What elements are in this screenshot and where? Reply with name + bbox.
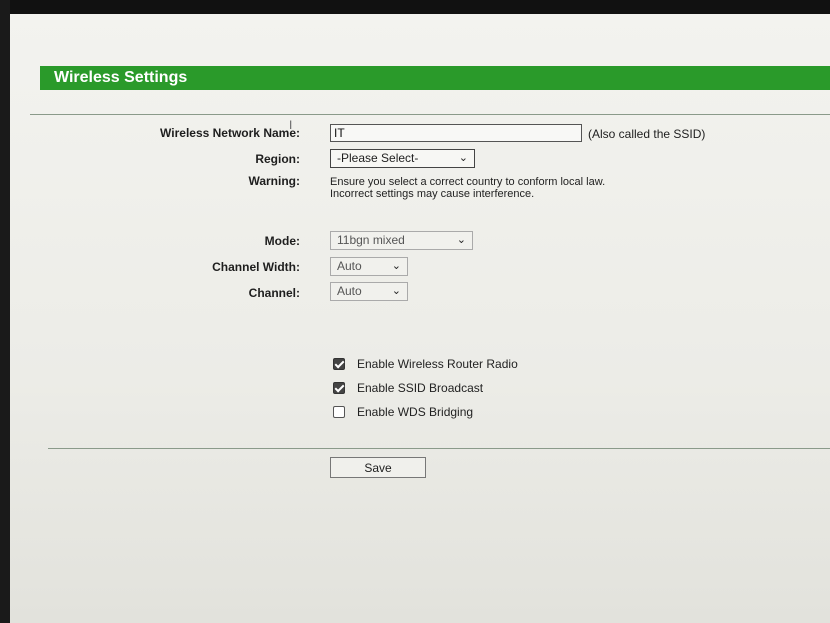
channel-select-value: Auto bbox=[337, 284, 362, 298]
warning-label: Warning: bbox=[248, 174, 300, 188]
monitor-bezel-left bbox=[0, 0, 10, 623]
chevron-down-icon: ⌄ bbox=[391, 285, 401, 297]
channel-select[interactable]: Auto ⌄ bbox=[330, 282, 408, 301]
ssid-label: Wireless Network Name: bbox=[160, 126, 300, 140]
chevron-down-icon: ⌄ bbox=[458, 152, 468, 164]
ssid-input[interactable] bbox=[330, 124, 582, 142]
enable-radio-checkbox[interactable] bbox=[333, 358, 345, 370]
warning-text: Ensure you select a correct country to c… bbox=[330, 176, 605, 200]
enable-ssid-broadcast-label: Enable SSID Broadcast bbox=[357, 381, 484, 395]
region-select[interactable]: -Please Select- ⌄ bbox=[330, 149, 475, 168]
mode-select[interactable]: 11bgn mixed ⌄ bbox=[330, 231, 473, 250]
channel-label: Channel: bbox=[248, 286, 300, 300]
channel-width-select[interactable]: Auto ⌄ bbox=[330, 257, 408, 276]
mode-select-value: 11bgn mixed bbox=[337, 233, 405, 247]
warning-line-1: Ensure you select a correct country to c… bbox=[330, 176, 606, 188]
top-divider bbox=[30, 114, 830, 115]
channel-width-label: Channel Width: bbox=[212, 260, 300, 274]
enable-wds-checkbox[interactable] bbox=[333, 406, 345, 418]
mode-label: Mode: bbox=[264, 234, 300, 248]
enable-radio-label: Enable Wireless Router Radio bbox=[357, 357, 518, 371]
enable-wds-label: Enable WDS Bridging bbox=[357, 405, 474, 419]
screen: Wireless Settings Wireless Network Name:… bbox=[10, 14, 830, 623]
region-select-value: -Please Select- bbox=[337, 151, 419, 165]
chevron-down-icon: ⌄ bbox=[391, 260, 401, 272]
region-label: Region: bbox=[255, 152, 300, 166]
chevron-down-icon: ⌄ bbox=[456, 234, 466, 246]
save-button[interactable]: Save bbox=[330, 457, 426, 478]
bottom-divider bbox=[48, 448, 830, 449]
channel-width-select-value: Auto bbox=[337, 259, 362, 273]
ssid-note: (Also called the SSID) bbox=[588, 127, 706, 141]
enable-ssid-broadcast-checkbox[interactable] bbox=[333, 382, 345, 394]
warning-line-2: Incorrect settings may cause interferenc… bbox=[330, 188, 535, 200]
page-title: Wireless Settings bbox=[40, 66, 830, 90]
text-cursor-icon: I bbox=[289, 118, 293, 132]
